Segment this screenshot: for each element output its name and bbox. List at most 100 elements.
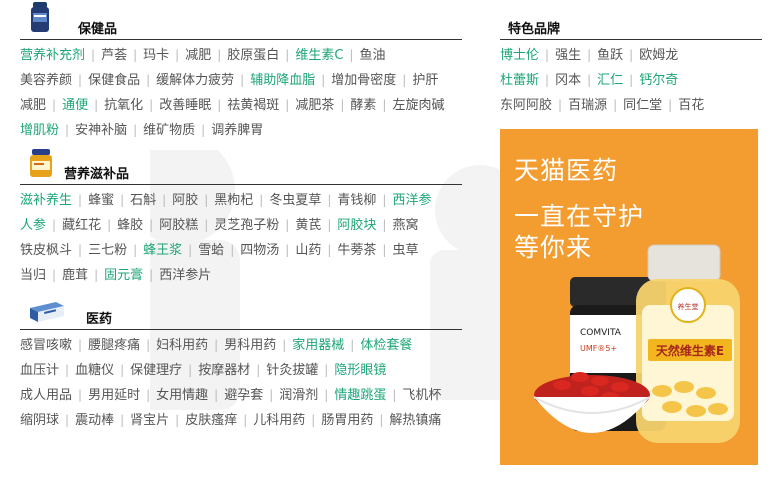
brand-link[interactable]: 冈本 (555, 73, 581, 88)
separator: | (392, 388, 397, 402)
keyword-link[interactable]: 皮肤瘙痒 (185, 413, 237, 428)
keyword-link[interactable]: 按摩器材 (198, 363, 250, 378)
keyword-link[interactable]: 避孕套 (224, 388, 263, 403)
keyword-link[interactable]: 冬虫夏草 (269, 193, 321, 208)
keyword-link[interactable]: 鱼油 (359, 48, 385, 63)
keyword-link[interactable]: 美容养颜 (20, 73, 72, 88)
separator: | (52, 98, 57, 112)
separator: | (587, 73, 592, 87)
brand-link[interactable]: 东阿阿胶 (500, 98, 552, 113)
keyword-link[interactable]: 减肥 (185, 48, 211, 63)
separator: | (545, 73, 550, 87)
keyword-link[interactable]: 改善睡眠 (159, 98, 211, 113)
keyword-link[interactable]: 芦荟 (101, 48, 127, 63)
keyword-link[interactable]: 山药 (295, 243, 321, 258)
promo-banner[interactable]: 天猫医药 一直在守护 等你来 COMVITA UMF®5+ 养生堂 天然维生素E (500, 129, 758, 465)
keyword-link[interactable]: 维生素C (295, 48, 343, 63)
keyword-link[interactable]: 调养脾胃 (211, 123, 263, 138)
keyword-link[interactable]: 减肥 (20, 98, 46, 113)
keyword-link[interactable]: 蜂蜜 (88, 193, 114, 208)
keyword-link[interactable]: 三七粉 (88, 243, 127, 258)
keyword-link[interactable]: 润滑剂 (279, 388, 318, 403)
brand-link[interactable]: 欧姆龙 (639, 48, 678, 63)
keyword-link[interactable]: 体检套餐 (360, 338, 412, 353)
keyword-link[interactable]: 成人用品 (20, 388, 72, 403)
keyword-link[interactable]: 人参 (20, 218, 46, 233)
keyword-link[interactable]: 通便 (62, 98, 88, 113)
brand-link[interactable]: 鱼跃 (597, 48, 623, 63)
keyword-link[interactable]: 增加骨密度 (331, 73, 396, 88)
keyword-link[interactable]: 血压计 (20, 363, 59, 378)
keyword-link[interactable]: 抗氧化 (104, 98, 143, 113)
brand-link[interactable]: 钙尔奇 (639, 73, 678, 88)
keyword-link[interactable]: 藏红花 (62, 218, 101, 233)
keyword-link[interactable]: 胶原蛋白 (227, 48, 279, 63)
keyword-link[interactable]: 女用情趣 (156, 388, 208, 403)
brand-link[interactable]: 汇仁 (597, 73, 623, 88)
keyword-link[interactable]: 营养补充剂 (20, 48, 85, 63)
keyword-link[interactable]: 黄芪 (295, 218, 321, 233)
keyword-link[interactable]: 燕窝 (392, 218, 418, 233)
keyword-link[interactable]: 隐形眼镜 (334, 363, 386, 378)
keyword-link[interactable]: 辅助降血脂 (250, 73, 315, 88)
keyword-link[interactable]: 西洋参片 (159, 268, 211, 283)
keyword-link[interactable]: 西洋参 (392, 193, 431, 208)
keyword-link[interactable]: 情趣跳蛋 (334, 388, 386, 403)
brand-link[interactable]: 同仁堂 (623, 98, 662, 113)
keyword-link[interactable]: 鹿茸 (62, 268, 88, 283)
keyword-link[interactable]: 阿胶块 (337, 218, 376, 233)
keyword-link[interactable]: 护肝 (412, 73, 438, 88)
keyword-link[interactable]: 酵素 (350, 98, 376, 113)
keyword-link[interactable]: 虫草 (392, 243, 418, 258)
keyword-link[interactable]: 维矿物质 (143, 123, 195, 138)
keyword-link[interactable]: 蜂胶 (117, 218, 143, 233)
keyword-link[interactable]: 牛蒡茶 (337, 243, 376, 258)
keyword-link[interactable]: 腰腿疼痛 (88, 338, 140, 353)
separator: | (402, 73, 407, 87)
keyword-link[interactable]: 保健食品 (88, 73, 140, 88)
keyword-link[interactable]: 家用器械 (292, 338, 344, 353)
keyword-link[interactable]: 男用延时 (88, 388, 140, 403)
keyword-link[interactable]: 安神补脑 (75, 123, 127, 138)
keyword-link[interactable]: 血糖仪 (75, 363, 114, 378)
keyword-link[interactable]: 增肌粉 (20, 123, 59, 138)
keyword-link[interactable]: 石斛 (130, 193, 156, 208)
keyword-link[interactable]: 固元膏 (104, 268, 143, 283)
keyword-link[interactable]: 男科用药 (224, 338, 276, 353)
brand-link[interactable]: 百花 (678, 98, 704, 113)
keyword-link[interactable]: 肠胃用药 (321, 413, 373, 428)
keyword-link[interactable]: 阿胶糕 (159, 218, 198, 233)
keyword-link[interactable]: 缓解体力疲劳 (156, 73, 234, 88)
keyword-link[interactable]: 青钱柳 (337, 193, 376, 208)
brand-link[interactable]: 杜蕾斯 (500, 73, 539, 88)
keyword-link[interactable]: 左旋肉碱 (392, 98, 444, 113)
keyword-link[interactable]: 灵芝孢子粉 (214, 218, 279, 233)
keyword-link[interactable]: 震动棒 (75, 413, 114, 428)
keyword-link[interactable]: 针灸拔罐 (266, 363, 318, 378)
keyword-link[interactable]: 肾宝片 (130, 413, 169, 428)
keyword-link[interactable]: 缩阴球 (20, 413, 59, 428)
keyword-link[interactable]: 黑枸杞 (214, 193, 253, 208)
keyword-link[interactable]: 四物汤 (240, 243, 279, 258)
brand-link[interactable]: 百瑞源 (568, 98, 607, 113)
keyword-link[interactable]: 飞机杯 (402, 388, 441, 403)
brand-link[interactable]: 博士伦 (500, 48, 539, 63)
keyword-link[interactable]: 蜂王浆 (143, 243, 182, 258)
keyword-link[interactable]: 雪蛤 (198, 243, 224, 258)
brand-link[interactable]: 强生 (555, 48, 581, 63)
keyword-link[interactable]: 保健理疗 (130, 363, 182, 378)
separator: | (214, 388, 219, 402)
keyword-link[interactable]: 祛黄褐斑 (227, 98, 279, 113)
keyword-link[interactable]: 铁皮枫斗 (20, 243, 72, 258)
keyword-link[interactable]: 当归 (20, 268, 46, 283)
keyword-link[interactable]: 感冒咳嗽 (20, 338, 72, 353)
keyword-link[interactable]: 解热镇痛 (389, 413, 441, 428)
keyword-link[interactable]: 减肥茶 (295, 98, 334, 113)
keyword-link[interactable]: 儿科用药 (253, 413, 305, 428)
keyword-link[interactable]: 滋补养生 (20, 193, 72, 208)
keyword-link[interactable]: 玛卡 (143, 48, 169, 63)
keyword-link[interactable]: 阿胶 (172, 193, 198, 208)
separator: | (382, 218, 387, 232)
keyword-link[interactable]: 妇科用药 (156, 338, 208, 353)
medicine-box-icon (30, 302, 64, 326)
